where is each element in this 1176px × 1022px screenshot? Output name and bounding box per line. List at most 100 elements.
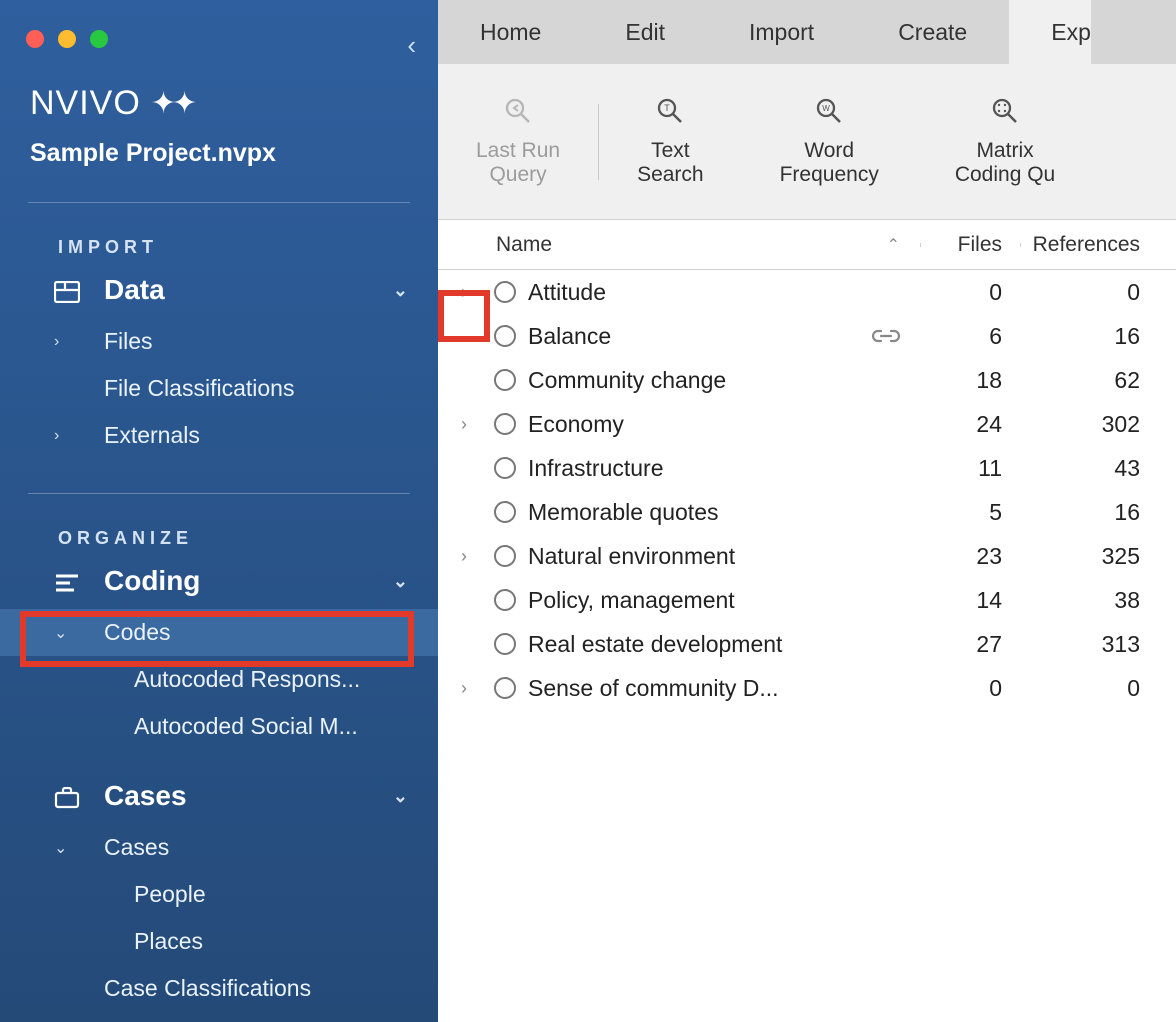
tab-edit[interactable]: Edit — [583, 0, 707, 64]
row-name-label: Economy — [528, 411, 624, 438]
cell-name: Real estate development — [520, 631, 920, 658]
nav-group-coding[interactable]: Coding ⌄ — [0, 549, 438, 609]
cell-files: 18 — [920, 367, 1020, 394]
table-body: ›Attitude00Balance616Community change186… — [438, 270, 1176, 710]
table-header: Name ⌃ Files References — [438, 220, 1176, 270]
node-icon — [490, 501, 520, 523]
cell-files: 5 — [920, 499, 1020, 526]
chevron-right-icon: › — [54, 333, 59, 351]
svg-text:T: T — [665, 103, 671, 113]
chevron-down-icon: ⌄ — [54, 838, 67, 858]
table-row[interactable]: ›Sense of community D...00 — [438, 666, 1176, 710]
logo-mark-icon: ✦✦ — [151, 86, 193, 121]
cell-files: 6 — [920, 323, 1020, 350]
table-row[interactable]: Balance616 — [438, 314, 1176, 358]
cell-name: Memorable quotes — [520, 499, 920, 526]
sidebar-item-case-classifications[interactable]: Case Classifications — [0, 965, 438, 1012]
tool-label-line2: Frequency — [780, 163, 879, 187]
tool-label-line2: Search — [637, 163, 704, 187]
cell-references: 313 — [1020, 631, 1158, 658]
sidebar-item-label: Externals — [54, 422, 200, 449]
table-row[interactable]: Memorable quotes516 — [438, 490, 1176, 534]
sidebar-item-file-classifications[interactable]: File Classifications — [0, 365, 438, 412]
cell-files: 0 — [920, 675, 1020, 702]
row-name-label: Balance — [528, 323, 611, 350]
table-row[interactable]: Real estate development27313 — [438, 622, 1176, 666]
nav-group-cases[interactable]: Cases ⌄ — [0, 750, 438, 824]
tool-text-search[interactable]: T Text Search — [599, 96, 742, 187]
cell-references: 325 — [1020, 543, 1158, 570]
sidebar-item-cases[interactable]: ⌄ Cases — [0, 824, 438, 871]
chevron-down-icon: ⌄ — [393, 786, 408, 807]
table-row[interactable]: ›Economy24302 — [438, 402, 1176, 446]
last-run-query-icon — [503, 96, 533, 133]
sidebar-item-files[interactable]: › Files — [0, 318, 438, 365]
cell-files: 0 — [920, 279, 1020, 306]
expand-toggle[interactable]: › — [438, 546, 490, 567]
row-name-label: Policy, management — [528, 587, 735, 614]
section-label-import: IMPORT — [0, 203, 438, 258]
cell-references: 38 — [1020, 587, 1158, 614]
sidebar-item-label: People — [54, 881, 206, 908]
tab-create[interactable]: Create — [856, 0, 1009, 64]
tool-word-frequency[interactable]: W Word Frequency — [742, 96, 917, 187]
table-row[interactable]: Infrastructure1143 — [438, 446, 1176, 490]
chevron-right-icon: › — [54, 427, 59, 445]
column-label: Files — [958, 233, 1002, 256]
cell-name: Infrastructure — [520, 455, 920, 482]
close-window-icon[interactable] — [26, 30, 44, 48]
sidebar-item-people[interactable]: People — [0, 871, 438, 918]
coding-icon — [54, 565, 80, 597]
sidebar-item-autocoded-social[interactable]: Autocoded Social M... — [0, 703, 438, 750]
tab-home[interactable]: Home — [438, 0, 583, 64]
sidebar-item-externals[interactable]: › Externals — [0, 412, 438, 459]
data-icon — [54, 274, 80, 306]
node-icon — [490, 633, 520, 655]
tool-last-run-query: Last Run Query — [438, 96, 598, 187]
column-header-files[interactable]: Files — [920, 233, 1020, 257]
collapse-sidebar-icon[interactable]: ‹ — [407, 30, 416, 61]
tab-import[interactable]: Import — [707, 0, 856, 64]
minimize-window-icon[interactable] — [58, 30, 76, 48]
cell-files: 24 — [920, 411, 1020, 438]
sidebar-item-label: File Classifications — [54, 375, 294, 402]
svg-text:W: W — [822, 104, 830, 113]
cell-references: 62 — [1020, 367, 1158, 394]
sidebar-item-label: Places — [54, 928, 203, 955]
cell-files: 27 — [920, 631, 1020, 658]
link-icon — [872, 323, 900, 350]
expand-toggle[interactable]: › — [438, 414, 490, 435]
annotation-highlight-expand — [438, 290, 490, 342]
tool-matrix-coding-query[interactable]: Matrix Coding Qu — [917, 96, 1093, 187]
nav-group-data[interactable]: Data ⌄ — [0, 258, 438, 318]
zoom-window-icon[interactable] — [90, 30, 108, 48]
column-header-name[interactable]: Name ⌃ — [438, 233, 920, 257]
column-label: References — [1033, 233, 1140, 256]
window-controls — [0, 12, 438, 48]
tool-label-line1: Matrix — [976, 139, 1033, 163]
table-row[interactable]: ›Attitude00 — [438, 270, 1176, 314]
cell-references: 0 — [1020, 279, 1158, 306]
cell-references: 0 — [1020, 675, 1158, 702]
tab-explore[interactable]: Exp — [1009, 0, 1091, 64]
text-search-icon: T — [655, 96, 685, 133]
table-row[interactable]: Policy, management1438 — [438, 578, 1176, 622]
sidebar-item-places[interactable]: Places — [0, 918, 438, 965]
expand-toggle[interactable]: › — [438, 678, 490, 699]
table-row[interactable]: Community change1862 — [438, 358, 1176, 402]
cell-name: Community change — [520, 367, 920, 394]
cell-name: Balance — [520, 323, 920, 350]
column-header-references[interactable]: References — [1020, 233, 1158, 257]
node-icon — [490, 369, 520, 391]
tool-label-line1: Word — [804, 139, 854, 163]
node-icon — [490, 677, 520, 699]
matrix-icon — [990, 96, 1020, 133]
table-row[interactable]: ›Natural environment23325 — [438, 534, 1176, 578]
sidebar: ‹ NVIVO ✦✦ Sample Project.nvpx IMPORT Da… — [0, 0, 438, 1022]
node-icon — [490, 413, 520, 435]
sidebar-item-label: Cases — [54, 834, 169, 861]
tab-label: Exp — [1051, 19, 1091, 46]
main-panel: Home Edit Import Create Exp Last Run Que… — [438, 0, 1176, 1022]
chevron-down-icon: ⌄ — [393, 280, 408, 301]
cell-files: 11 — [920, 455, 1020, 482]
